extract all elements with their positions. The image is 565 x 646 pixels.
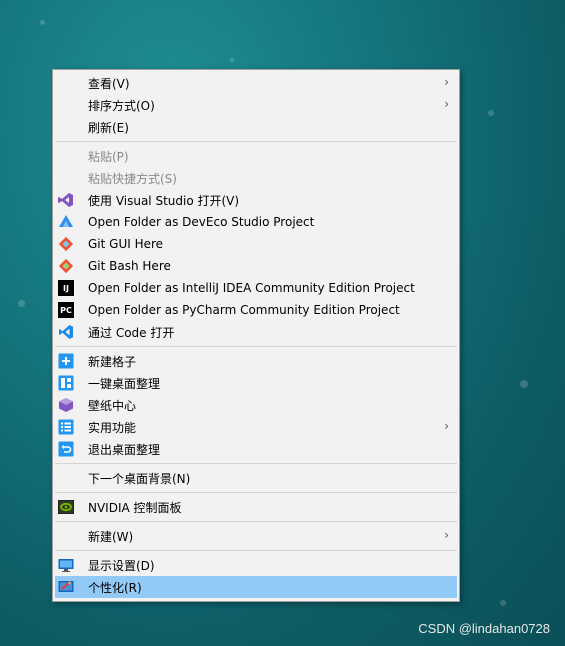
chevron-right-icon: ›: [444, 75, 449, 89]
bubble: [18, 300, 25, 307]
menu-item-intellij-idea[interactable]: IJ Open Folder as IntelliJ IDEA Communit…: [53, 277, 459, 299]
menu-item-wallpaper-center[interactable]: 壁纸中心: [53, 394, 459, 416]
menu-item-label: 下一个桌面背景(N): [88, 471, 191, 486]
menu-item-label: Git Bash Here: [88, 259, 171, 273]
menu-item-label: 个性化(R): [88, 580, 142, 595]
menu-separator: [55, 346, 457, 347]
menu-item-new-grid[interactable]: 新建格子: [53, 350, 459, 372]
menu-item-label: 退出桌面整理: [88, 442, 161, 457]
menu-item-label: 刷新(E): [88, 120, 129, 135]
git-bash-icon: [58, 258, 74, 274]
bubble: [500, 600, 506, 606]
deveco-studio-icon: [58, 214, 74, 230]
menu-item-pycharm[interactable]: PC Open Folder as PyCharm Community Edit…: [53, 299, 459, 321]
menu-item-label: Open Folder as PyCharm Community Edition…: [88, 303, 400, 317]
menu-item-label: NVIDIA 控制面板: [88, 500, 182, 515]
menu-item-label: 粘贴快捷方式(S): [88, 171, 177, 186]
menu-separator: [55, 463, 457, 464]
visual-studio-icon: [58, 192, 74, 208]
menu-item-exit-organize[interactable]: 退出桌面整理: [53, 438, 459, 460]
menu-item-personalize[interactable]: 个性化(R): [55, 576, 457, 598]
menu-item-deveco-studio[interactable]: Open Folder as DevEco Studio Project: [53, 211, 459, 233]
chevron-right-icon: ›: [444, 97, 449, 111]
bubble: [40, 20, 45, 25]
menu-item-open-visual-studio[interactable]: 使用 Visual Studio 打开(V): [53, 189, 459, 211]
menu-item-paste: 粘贴(P): [53, 145, 459, 167]
wallpaper-center-icon: [58, 397, 74, 413]
menu-item-label: Open Folder as IntelliJ IDEA Community E…: [88, 281, 415, 295]
menu-item-refresh[interactable]: 刷新(E): [53, 116, 459, 138]
menu-item-view[interactable]: 查看(V) ›: [53, 72, 459, 94]
nvidia-icon: [58, 499, 74, 515]
menu-item-one-click-organize[interactable]: 一键桌面整理: [53, 372, 459, 394]
menu-item-label: Git GUI Here: [88, 237, 164, 251]
menu-item-next-background[interactable]: 下一个桌面背景(N): [53, 467, 459, 489]
menu-item-nvidia-control-panel[interactable]: NVIDIA 控制面板: [53, 496, 459, 518]
menu-item-label: 实用功能: [88, 420, 137, 435]
git-gui-icon: [58, 236, 74, 252]
menu-item-git-gui[interactable]: Git GUI Here: [53, 233, 459, 255]
menu-item-label: 壁纸中心: [88, 398, 137, 413]
intellij-idea-icon: IJ: [58, 280, 74, 296]
bubble: [520, 380, 528, 388]
menu-item-new[interactable]: 新建(W) ›: [53, 525, 459, 547]
chevron-right-icon: ›: [444, 419, 449, 433]
menu-item-sort-by[interactable]: 排序方式(O) ›: [53, 94, 459, 116]
menu-item-utilities[interactable]: 实用功能 ›: [53, 416, 459, 438]
menu-separator: [55, 550, 457, 551]
watermark: CSDN @lindahan0728: [418, 621, 550, 636]
pycharm-icon: PC: [58, 302, 74, 318]
menu-item-git-bash[interactable]: Git Bash Here: [53, 255, 459, 277]
utilities-icon: [58, 419, 74, 435]
menu-item-label: 排序方式(O): [88, 98, 155, 113]
desktop-context-menu: 查看(V) › 排序方式(O) › 刷新(E) 粘贴(P) 粘贴快捷方式(S) …: [52, 69, 460, 602]
vscode-icon: [58, 324, 74, 340]
chevron-right-icon: ›: [444, 528, 449, 542]
menu-item-label: 一键桌面整理: [88, 376, 161, 391]
exit-organize-icon: [58, 441, 74, 457]
new-grid-icon: [58, 353, 74, 369]
menu-item-label: 显示设置(D): [88, 558, 155, 573]
display-settings-icon: [58, 557, 74, 573]
menu-separator: [55, 521, 457, 522]
bubble: [230, 58, 234, 62]
menu-item-label: Open Folder as DevEco Studio Project: [88, 215, 315, 229]
menu-item-label: 使用 Visual Studio 打开(V): [88, 193, 240, 208]
menu-item-label: 新建(W): [88, 529, 134, 544]
menu-item-label: 查看(V): [88, 76, 130, 91]
desktop-organize-icon: [58, 375, 74, 391]
menu-separator: [55, 141, 457, 142]
menu-item-open-with-code[interactable]: 通过 Code 打开: [53, 321, 459, 343]
menu-item-label: 新建格子: [88, 354, 137, 369]
personalize-icon: [58, 579, 74, 595]
menu-item-display-settings[interactable]: 显示设置(D): [53, 554, 459, 576]
menu-item-label: 通过 Code 打开: [88, 325, 175, 340]
menu-item-paste-shortcut: 粘贴快捷方式(S): [53, 167, 459, 189]
menu-item-label: 粘贴(P): [88, 149, 129, 164]
bubble: [488, 110, 494, 116]
menu-separator: [55, 492, 457, 493]
